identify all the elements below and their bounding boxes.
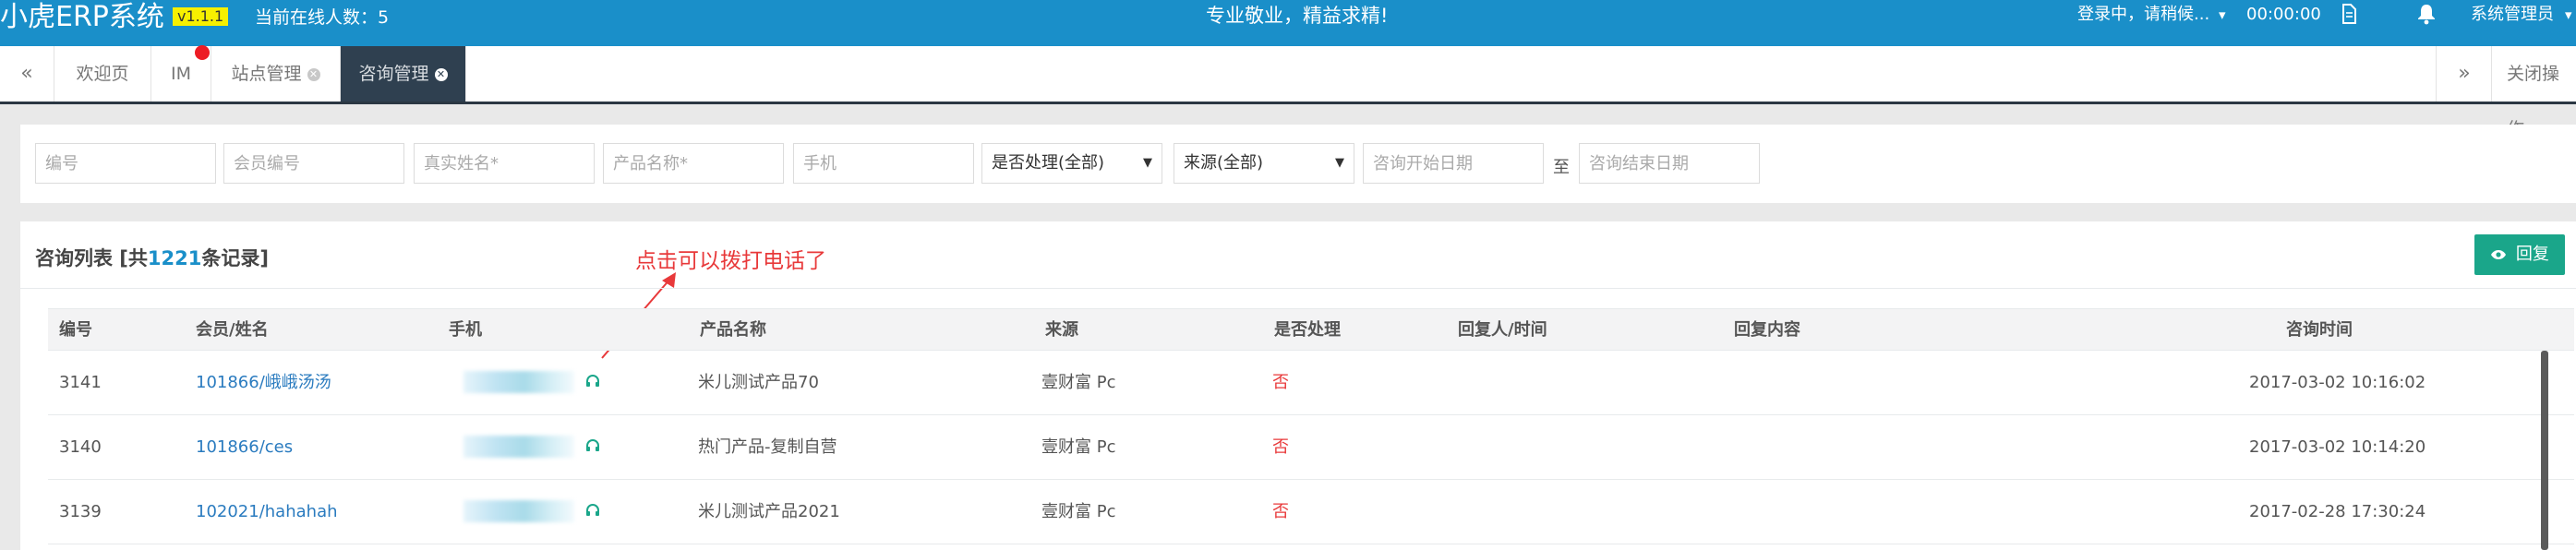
row-processed: 否 <box>1272 373 1289 392</box>
processed-select-value: 是否处理(全部) <box>992 153 1105 173</box>
row-member-link[interactable]: 102021/hahahah <box>196 480 338 544</box>
row-id: 3141 <box>59 373 102 392</box>
tab-strip: « 欢迎页 IM 站点管理 ✕ 咨询管理 ✕ » 关闭操作 <box>0 46 2576 139</box>
slogan: 专业敬业，精益求精! <box>1206 5 1389 27</box>
tab-label: 欢迎页 <box>76 64 129 84</box>
phone-number-blurred <box>463 436 574 458</box>
clock: 00:00:00 <box>2246 5 2321 24</box>
column-header-phone[interactable]: 手机 <box>449 309 482 352</box>
source-select[interactable]: 来源(全部) ▼ <box>1174 143 1354 184</box>
headset-call-icon[interactable] <box>585 374 600 391</box>
close-icon[interactable]: ✕ <box>434 67 448 81</box>
real-name-filter-input[interactable] <box>414 143 595 184</box>
bell-icon[interactable] <box>2417 3 2436 29</box>
row-product: 米儿测试产品2021 <box>698 502 840 521</box>
row-time: 2017-03-02 10:14:20 <box>2249 437 2426 457</box>
column-header-product[interactable]: 产品名称 <box>700 309 766 352</box>
list-title-prefix: 咨询列表 [共 <box>35 247 148 269</box>
member-id-filter-input[interactable] <box>223 143 404 184</box>
date-range-separator: 至 <box>1553 158 1570 177</box>
reply-button[interactable]: 回复 <box>2474 234 2565 275</box>
column-header-processed[interactable]: 是否处理 <box>1274 309 1341 352</box>
online-count: 当前在线人数：5 <box>255 7 390 28</box>
table-row[interactable]: 3141 101866/峨峨汤汤 米儿测试产品70 壹财富 Pc 否 2017-… <box>48 351 2574 415</box>
table-row[interactable]: 3139 102021/hahahah 米儿测试产品2021 壹财富 Pc 否 … <box>48 480 2574 544</box>
row-source: 壹财富 Pc <box>1041 373 1116 392</box>
phone-number-blurred <box>463 371 574 393</box>
document-icon[interactable] <box>2341 4 2356 28</box>
column-header-member[interactable]: 会员/姓名 <box>196 309 269 352</box>
row-member-link[interactable]: 101866/ces <box>196 415 293 480</box>
consult-list-panel: 咨询列表 [共1221条记录] 点击可以拨打电话了 回复 编号 会员/姓名 手机… <box>20 221 2576 550</box>
filter-panel: 是否处理(全部) ▼ 来源(全部) ▼ 至 <box>20 125 2576 203</box>
tab-label: 站点管理 <box>231 64 302 84</box>
column-header-source[interactable]: 来源 <box>1045 309 1078 352</box>
close-icon[interactable]: ✕ <box>307 67 320 81</box>
tab-label: 咨询管理 <box>358 64 429 84</box>
table-scrollbar[interactable] <box>2541 351 2548 550</box>
tab-welcome[interactable]: 欢迎页 <box>54 46 151 102</box>
tab-next-button[interactable]: » <box>2436 46 2492 102</box>
row-source: 壹财富 Pc <box>1041 502 1116 521</box>
divider <box>20 288 2576 289</box>
row-id: 3140 <box>59 437 102 457</box>
row-member-link[interactable]: 101866/峨峨汤汤 <box>196 351 331 415</box>
dropdown-arrow-icon: ▼ <box>1143 156 1152 170</box>
reply-button-label: 回复 <box>2515 245 2549 264</box>
end-date-input[interactable] <box>1579 143 1760 184</box>
headset-call-icon[interactable] <box>585 438 600 456</box>
table-header: 编号 会员/姓名 手机 产品名称 来源 是否处理 回复人/时间 回复内容 咨询时… <box>48 308 2574 351</box>
row-product: 米儿测试产品70 <box>698 373 819 392</box>
tab-prev-button[interactable]: « <box>0 46 54 102</box>
column-header-id[interactable]: 编号 <box>59 309 92 352</box>
admin-menu[interactable]: 系统管理员 <box>2471 4 2554 26</box>
row-time: 2017-03-02 10:16:02 <box>2249 373 2426 392</box>
list-title-suffix: 条记录] <box>201 247 269 269</box>
dropdown-arrow-icon: ▼ <box>1335 156 1344 170</box>
row-source: 壹财富 Pc <box>1041 437 1116 457</box>
row-processed: 否 <box>1272 502 1289 521</box>
record-count: 1221 <box>147 247 202 269</box>
row-time: 2017-02-28 17:30:24 <box>2249 502 2426 521</box>
version-badge: v1.1.1 <box>173 7 229 26</box>
admin-caret-icon[interactable]: ▾ <box>2565 6 2572 24</box>
row-processed: 否 <box>1272 437 1289 457</box>
headset-call-icon[interactable] <box>585 503 600 520</box>
notification-dot <box>195 45 210 60</box>
column-header-reply-content[interactable]: 回复内容 <box>1734 309 1800 352</box>
eye-icon <box>2490 245 2516 264</box>
id-filter-input[interactable] <box>35 143 216 184</box>
product-name-filter-input[interactable] <box>603 143 784 184</box>
column-header-time[interactable]: 咨询时间 <box>2286 309 2353 352</box>
source-select-value: 来源(全部) <box>1184 153 1264 173</box>
login-caret-icon[interactable]: ▾ <box>2219 6 2226 24</box>
phone-filter-input[interactable] <box>793 143 974 184</box>
row-id: 3139 <box>59 502 102 521</box>
tab-label: IM <box>171 64 191 84</box>
close-operations-button[interactable]: 关闭操作 <box>2491 46 2576 139</box>
brand-title: 小虎ERP系统 <box>0 1 164 33</box>
phone-number-blurred <box>463 500 574 522</box>
tab-consult-management[interactable]: 咨询管理 ✕ <box>341 46 466 102</box>
row-product: 热门产品-复制自营 <box>698 437 837 457</box>
table-row[interactable]: 3140 101866/ces 热门产品-复制自营 壹财富 Pc 否 2017-… <box>48 415 2574 480</box>
list-title: 咨询列表 [共1221条记录] <box>35 244 269 271</box>
processed-select[interactable]: 是否处理(全部) ▼ <box>981 143 1162 184</box>
start-date-input[interactable] <box>1363 143 1544 184</box>
column-header-replier[interactable]: 回复人/时间 <box>1458 309 1547 352</box>
top-header: 小虎ERP系统 v1.1.1 当前在线人数：5 专业敬业，精益求精! 登录中，请… <box>0 0 2576 46</box>
login-status[interactable]: 登录中，请稍候... <box>2077 4 2209 26</box>
tab-site-management[interactable]: 站点管理 ✕ <box>211 46 341 102</box>
